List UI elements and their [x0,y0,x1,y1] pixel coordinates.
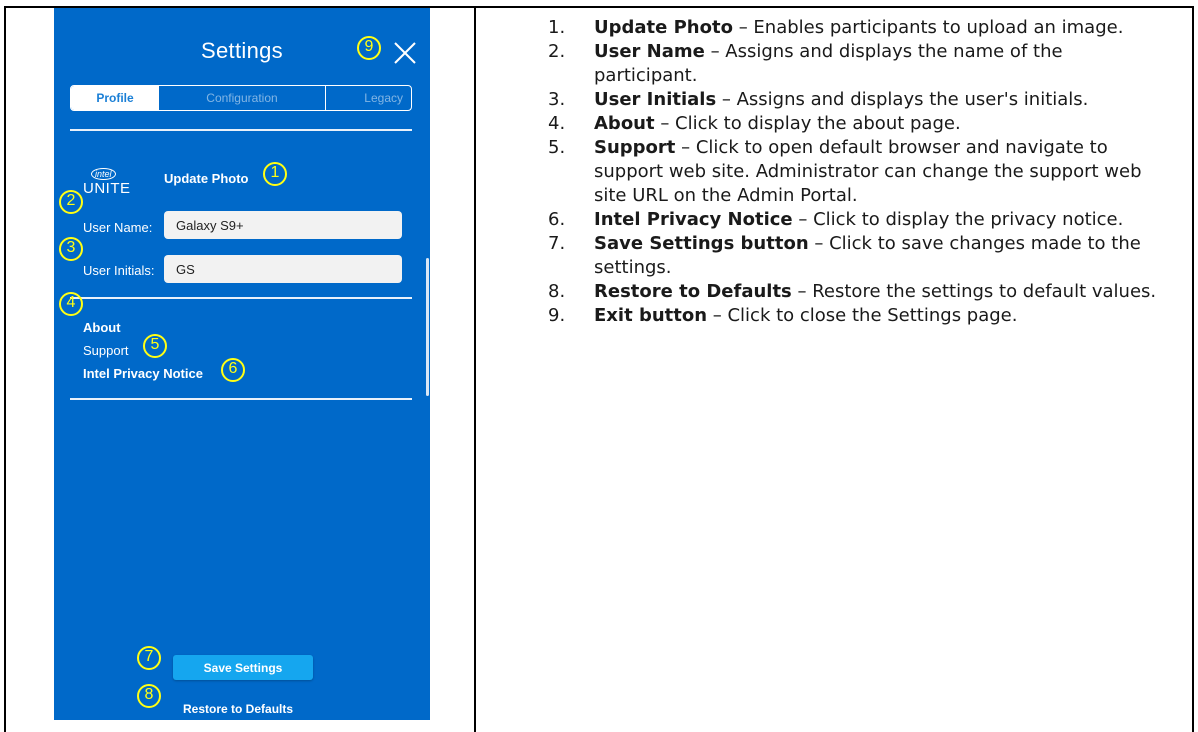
legend-term: Update Photo [594,17,733,38]
callout-6: 6 [221,358,245,382]
legend-number: 3. [548,89,566,110]
legend-item: 5. Support – Click to open default browse… [548,136,1168,208]
table-column-divider [474,6,476,732]
legend-item: 8. Restore to Defaults – Restore the sett… [548,280,1168,304]
legend-item: 3. User Initials – Assigns and displays t… [548,88,1168,112]
close-icon [394,42,416,64]
legend-term: Save Settings button [594,233,809,254]
tab-profile[interactable]: Profile [71,86,159,110]
callout-8: 8 [137,684,161,708]
legend-list: 1. Update Photo – Enables participants to… [548,16,1168,328]
divider [70,398,412,400]
divider [70,129,412,131]
legend-description: – Assigns and displays the user's initia… [716,89,1089,110]
legend-item: 7. Save Settings button – Click to save c… [548,232,1168,280]
callout-4: 4 [59,292,83,316]
user-initials-label: User Initials: [83,263,155,278]
tab-legacy[interactable]: Legacy [326,86,411,110]
callout-3: 3 [59,237,83,261]
legend-term: About [594,113,655,134]
legend-term: Restore to Defaults [594,281,792,302]
unite-logo-text: UNITE [83,180,131,197]
legend-number: 9. [548,305,566,326]
legend-description: – Click to display the about page. [654,113,961,134]
callout-2: 2 [59,190,83,214]
legend-term: Intel Privacy Notice [594,209,793,230]
legend-item: 4. About – Click to display the about pag… [548,112,1168,136]
legend-description: – Click to close the Settings page. [707,305,1018,326]
callout-5: 5 [143,334,167,358]
exit-button[interactable] [390,38,420,68]
legend-item: 2. User Name – Assigns and displays the n… [548,40,1168,88]
privacy-notice-link[interactable]: Intel Privacy Notice [83,366,203,381]
user-name-label: User Name: [83,220,153,235]
legend-description: – Click to display the privacy notice. [792,209,1124,230]
legend-number: 4. [548,113,566,134]
settings-tabs: Profile Configuration Legacy [70,85,412,111]
intel-logo-text: intel [91,168,116,180]
legend-number: 7. [548,233,566,254]
callout-7: 7 [137,646,161,670]
legend-description: – Click to open default browser and navi… [594,137,1142,206]
user-name-input[interactable] [164,211,402,239]
legend-term: Exit button [594,305,708,326]
legend-term: User Name [594,41,705,62]
table-left-border [4,6,6,732]
save-settings-button[interactable]: Save Settings [173,655,313,680]
divider [70,297,412,299]
legend-description: – Restore the settings to default values… [791,281,1157,302]
table-right-border [1192,6,1194,732]
callout-1: 1 [263,162,287,186]
callout-9: 9 [357,36,381,60]
tab-configuration[interactable]: Configuration [159,86,326,110]
restore-defaults-button[interactable]: Restore to Defaults [183,702,293,716]
legend-item: 9. Exit button – Click to close the Setti… [548,304,1168,328]
legend-description: – Enables participants to upload an imag… [732,17,1124,38]
support-link[interactable]: Support [83,343,129,358]
intel-unite-logo: intel UNITE [83,162,143,197]
legend-item: 6. Intel Privacy Notice – Click to displa… [548,208,1168,232]
user-initials-input[interactable] [164,255,402,283]
legend-number: 1. [548,17,566,38]
legend-number: 2. [548,41,566,62]
legend-number: 5. [548,137,566,158]
about-link[interactable]: About [83,320,121,335]
legend-term: Support [594,137,676,158]
scrollbar[interactable] [426,258,429,396]
legend-number: 8. [548,281,566,302]
legend-item: 1. Update Photo – Enables participants to… [548,16,1168,40]
legend-term: User Initials [594,89,717,110]
update-photo-button[interactable]: Update Photo [164,171,249,186]
legend-number: 6. [548,209,566,230]
